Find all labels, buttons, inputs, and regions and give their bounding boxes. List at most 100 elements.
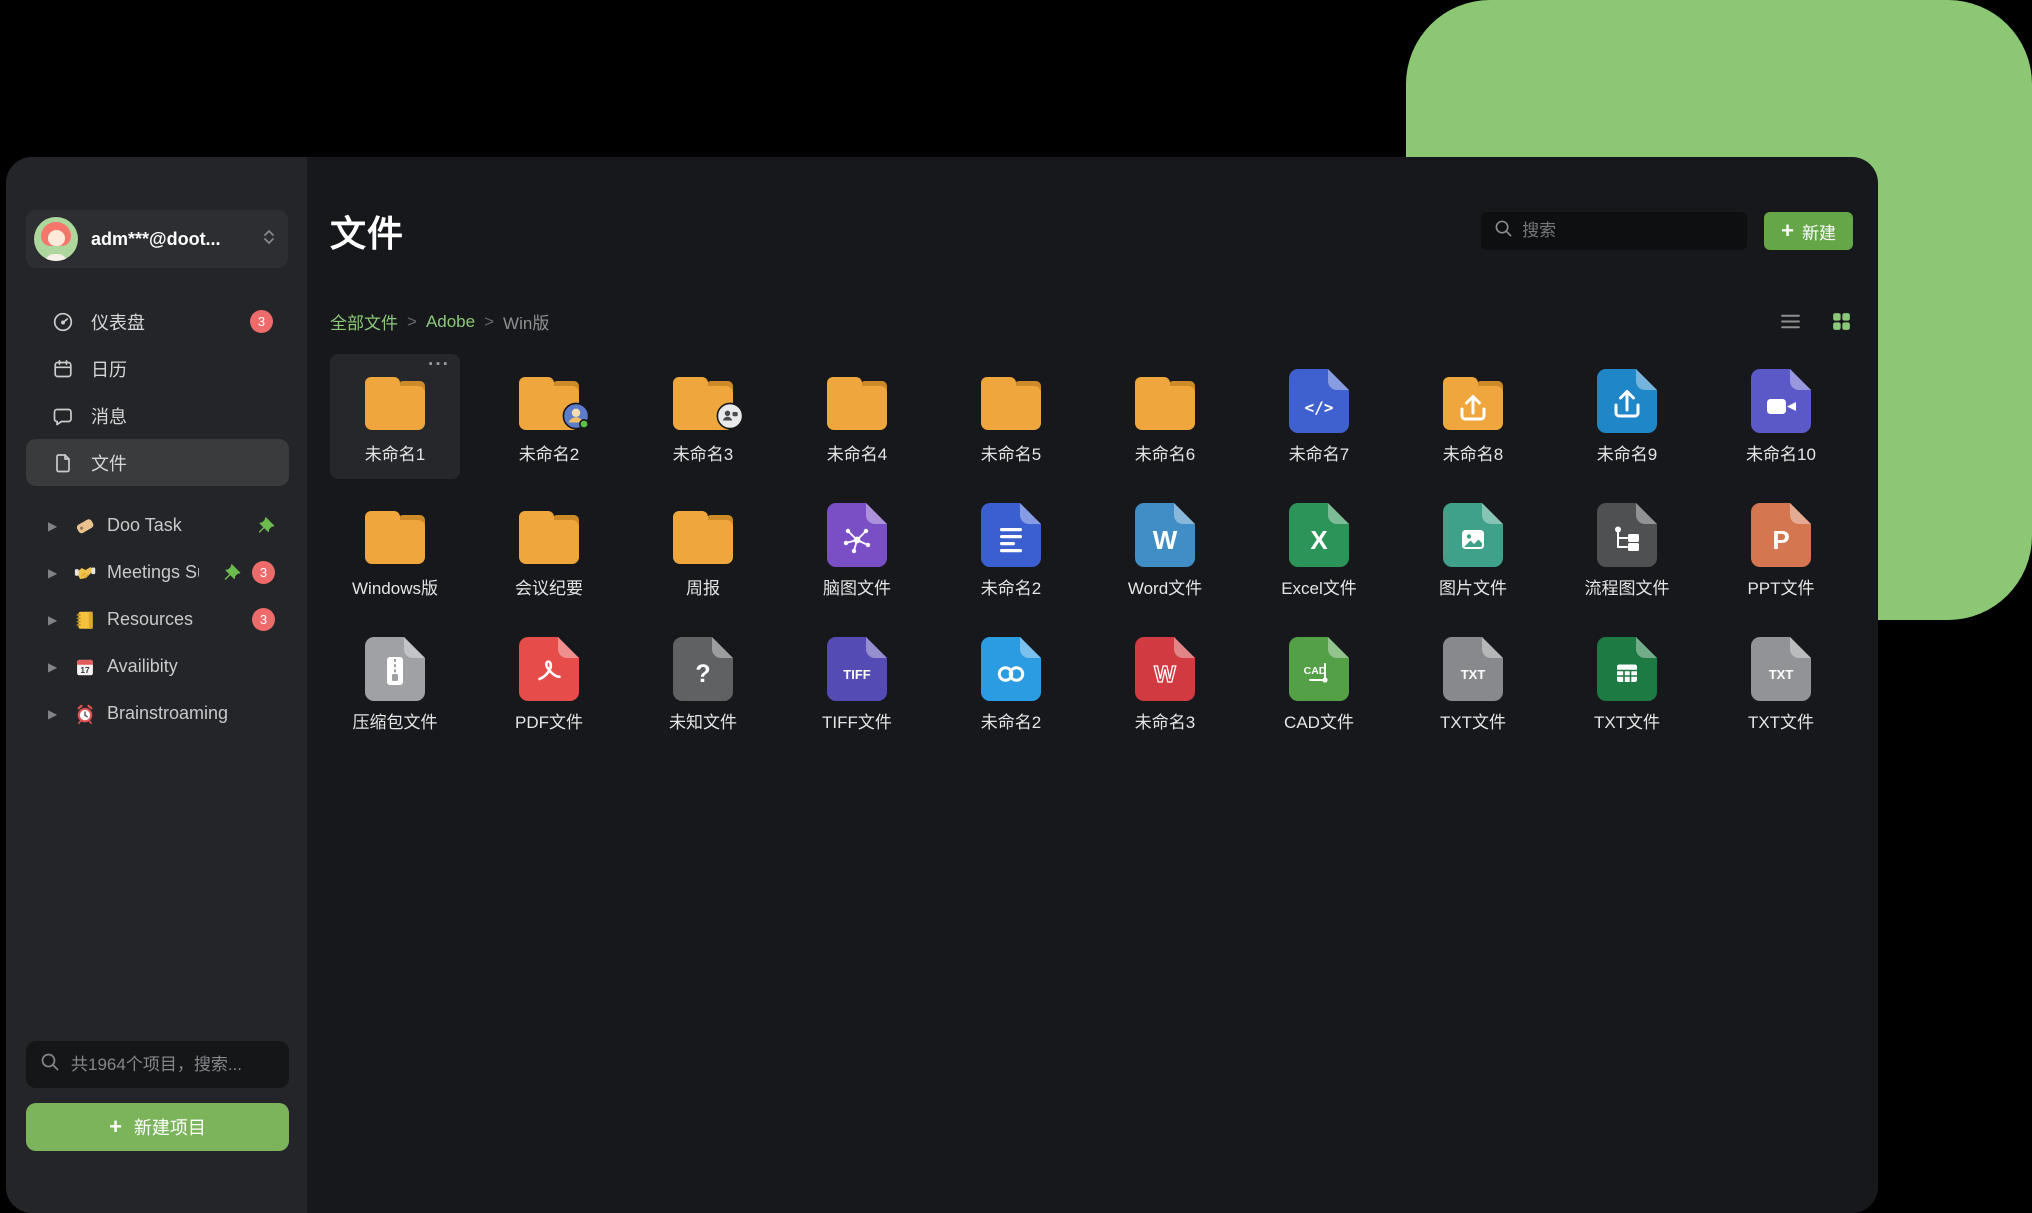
file-tile-folder[interactable]: 周报	[638, 488, 768, 613]
file-label: 会议纪要	[515, 574, 583, 599]
file-label: TXT文件	[1594, 708, 1660, 733]
file-icon: CAD	[1289, 635, 1349, 701]
expand-arrow-icon[interactable]: ▶	[48, 707, 63, 721]
search-icon	[1494, 219, 1513, 243]
handshake-icon	[74, 562, 96, 584]
grid-view-icon[interactable]	[1830, 310, 1853, 333]
project-search	[26, 1041, 289, 1088]
folder-icon	[362, 501, 428, 567]
file-tile-file[interactable]: 流程图文件	[1562, 488, 1692, 613]
svg-text:</>: </>	[1305, 398, 1334, 417]
file-tile-folder[interactable]: 未命名2	[484, 354, 614, 479]
file-tile-folder[interactable]: 未命名3	[638, 354, 768, 479]
file-tile-folder[interactable]: 未命名5	[946, 354, 1076, 479]
file-label: 未命名2	[519, 440, 579, 465]
file-label: TXT文件	[1440, 708, 1506, 733]
file-tile-file[interactable]: 图片文件	[1408, 488, 1538, 613]
file-tile-file[interactable]: CADCAD文件	[1254, 622, 1384, 747]
file-label: 未知文件	[669, 708, 737, 733]
file-tile-file[interactable]: TIFFTIFF文件	[792, 622, 922, 747]
file-tile-file[interactable]: PPPT文件	[1716, 488, 1846, 613]
plus-icon: +	[109, 1116, 122, 1138]
chevron-updown-icon	[260, 227, 278, 252]
user-account-chip[interactable]: adm***@doot...	[26, 210, 288, 268]
svg-text:X: X	[1310, 525, 1328, 555]
breadcrumb-all-files[interactable]: 全部文件	[330, 309, 398, 334]
sidebar-item-label: 文件	[91, 450, 127, 476]
folder-icon	[978, 367, 1044, 433]
file-tile-file[interactable]: 未命名2	[946, 622, 1076, 747]
sidebar-item-2[interactable]: 消息	[26, 392, 289, 439]
file-label: 周报	[686, 574, 720, 599]
pin-icon	[221, 563, 241, 583]
file-icon: TXT	[1751, 635, 1811, 701]
dashboard-icon	[52, 311, 74, 333]
file-label: 未命名7	[1289, 440, 1349, 465]
project-search-input[interactable]	[71, 1055, 292, 1075]
file-search-input[interactable]	[1522, 221, 1743, 241]
more-options-icon[interactable]: ···	[428, 354, 450, 376]
file-tile-folder[interactable]: 未命名4	[792, 354, 922, 479]
project-label: Resources	[107, 609, 193, 630]
file-tile-file[interactable]: 未命名10	[1716, 354, 1846, 479]
file-tile-file[interactable]: </> 未命名7	[1254, 354, 1384, 479]
project-item-1[interactable]: ▶Meetings Sum...3	[26, 549, 289, 596]
file-tile-file[interactable]: WWord文件	[1100, 488, 1230, 613]
new-project-button[interactable]: + 新建项目	[26, 1103, 289, 1151]
expand-arrow-icon[interactable]: ▶	[48, 519, 63, 533]
avatar	[34, 217, 78, 261]
file-icon: </>	[1289, 367, 1349, 433]
notification-badge: 3	[252, 608, 275, 631]
file-tile-folder[interactable]: ···未命名1	[330, 354, 460, 479]
file-tile-file[interactable]: XExcel文件	[1254, 488, 1384, 613]
project-item-4[interactable]: ▶ Brainstroaming	[26, 690, 289, 737]
project-label: Doo Task	[107, 515, 182, 536]
expand-arrow-icon[interactable]: ▶	[48, 660, 63, 674]
project-item-3[interactable]: ▶ 17 Availibity	[26, 643, 289, 690]
file-label: TIFF文件	[822, 708, 892, 733]
file-tile-file[interactable]: W未命名3	[1100, 622, 1230, 747]
file-tile-file[interactable]: 脑图文件	[792, 488, 922, 613]
sidebar-nav: 仪表盘3日历消息文件	[26, 298, 289, 486]
sidebar-item-1[interactable]: 日历	[26, 345, 289, 392]
file-tile-folder[interactable]: Windows版	[330, 488, 460, 613]
file-label: 未命名5	[981, 440, 1041, 465]
breadcrumb-adobe[interactable]: Adobe	[426, 312, 475, 332]
svg-text:TXT: TXT	[1461, 667, 1486, 682]
file-tile-file[interactable]: TXT文件	[1562, 622, 1692, 747]
file-tile-file[interactable]: TXTTXT文件	[1716, 622, 1846, 747]
file-tile-file[interactable]: ?未知文件	[638, 622, 768, 747]
file-tile-file[interactable]: 未命名2	[946, 488, 1076, 613]
file-label: PDF文件	[515, 708, 583, 733]
svg-text:17: 17	[80, 666, 90, 675]
file-tile-folder[interactable]: 未命名8	[1408, 354, 1538, 479]
app-window: adm***@doot... 仪表盘3日历消息文件 ▶ Doo Task ▶Meet…	[6, 157, 1878, 1213]
folder-icon	[670, 367, 736, 433]
file-tile-folder[interactable]: 未命名6	[1100, 354, 1230, 479]
project-label: Brainstroaming	[107, 703, 228, 724]
sidebar-item-0[interactable]: 仪表盘3	[26, 298, 289, 345]
sidebar-item-3[interactable]: 文件	[26, 439, 289, 486]
file-tile-file[interactable]: PDF文件	[484, 622, 614, 747]
expand-arrow-icon[interactable]: ▶	[48, 613, 63, 627]
project-item-2[interactable]: ▶ Resources 3	[26, 596, 289, 643]
file-label: 未命名2	[981, 574, 1041, 599]
new-file-button[interactable]: + 新建	[1764, 212, 1853, 250]
list-view-icon[interactable]	[1779, 310, 1802, 333]
shared-avatar-badge	[562, 402, 590, 435]
file-icon	[52, 452, 74, 474]
file-label: 未命名9	[1597, 440, 1657, 465]
file-tile-file[interactable]: 未命名9	[1562, 354, 1692, 479]
breadcrumb-row: 全部文件 > Adobe > Win版	[330, 309, 1853, 334]
expand-arrow-icon[interactable]: ▶	[48, 566, 63, 580]
sidebar-item-label: 消息	[91, 403, 127, 429]
file-icon: W	[1135, 635, 1195, 701]
file-label: 未命名4	[827, 440, 887, 465]
file-tile-file[interactable]: 压缩包文件	[330, 622, 460, 747]
file-tile-file[interactable]: TXT TXT文件	[1408, 622, 1538, 747]
file-label: 流程图文件	[1585, 574, 1670, 599]
project-label: Availibity	[107, 656, 178, 677]
file-icon	[827, 501, 887, 567]
project-item-0[interactable]: ▶ Doo Task	[26, 502, 289, 549]
file-tile-folder[interactable]: 会议纪要	[484, 488, 614, 613]
